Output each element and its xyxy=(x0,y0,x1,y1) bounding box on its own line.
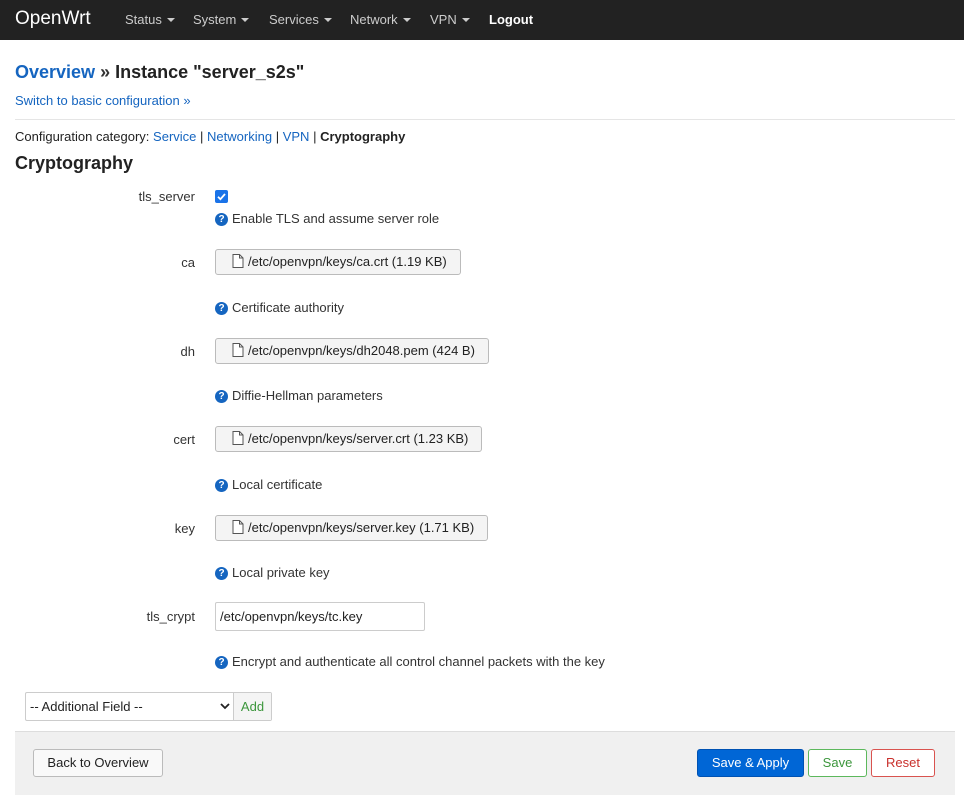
category-divider: | xyxy=(200,129,204,144)
dh-file-button[interactable]: /etc/openvpn/keys/dh2048.pem (424 B) xyxy=(215,338,489,364)
additional-field-select-value: -- Additional Field -- xyxy=(30,699,143,714)
ca-file-button[interactable]: /etc/openvpn/keys/ca.crt (1.19 KB) xyxy=(215,249,461,275)
cert-help-text: Local certificate xyxy=(232,477,323,492)
nav-menu-vpn[interactable]: VPN xyxy=(430,0,470,40)
nav-menu-system-label: System xyxy=(193,12,237,27)
logout-link[interactable]: Logout xyxy=(489,0,533,40)
ca-help-text: Certificate authority xyxy=(232,300,344,315)
section-title: Cryptography xyxy=(15,153,134,173)
overview-link[interactable]: Overview xyxy=(15,62,95,82)
page-title: Overview » Instance "server_s2s" xyxy=(15,62,304,83)
switch-basic-config-link[interactable]: Switch to basic configuration » xyxy=(15,93,191,108)
dh-help-text: Diffie-Hellman parameters xyxy=(232,388,383,403)
tls-crypt-help-text: Encrypt and authenticate all control cha… xyxy=(232,654,605,669)
chevron-down-icon xyxy=(220,703,230,710)
cert-label: cert xyxy=(173,432,195,447)
tls-crypt-input[interactable] xyxy=(215,602,425,631)
nav-menu-status[interactable]: Status xyxy=(125,0,175,40)
file-icon xyxy=(232,429,244,453)
add-field-button[interactable]: Add xyxy=(234,693,271,720)
save-button[interactable]: Save xyxy=(808,749,867,777)
file-icon xyxy=(232,341,244,365)
dh-file-value: /etc/openvpn/keys/dh2048.pem (424 B) xyxy=(248,343,475,358)
help-icon: ? xyxy=(215,656,228,669)
help-icon: ? xyxy=(215,213,228,226)
ca-help: ? Certificate authority xyxy=(215,300,344,315)
category-divider: | xyxy=(313,129,317,144)
cert-file-button[interactable]: /etc/openvpn/keys/server.crt (1.23 KB) xyxy=(215,426,483,453)
file-icon xyxy=(232,518,244,542)
key-file-button[interactable]: /etc/openvpn/keys/server.key (1.71 KB) xyxy=(215,515,489,542)
config-category-breadcrumb: Configuration category: Service | Networ… xyxy=(15,129,405,144)
category-divider: | xyxy=(275,129,280,144)
reset-button[interactable]: Reset xyxy=(871,749,935,777)
key-help-text: Local private key xyxy=(232,565,330,580)
top-navbar: OpenWrt Status System Services Network V… xyxy=(0,0,964,40)
dh-label: dh xyxy=(180,344,195,359)
nav-menu-network-label: Network xyxy=(350,12,398,27)
dh-help: ? Diffie-Hellman parameters xyxy=(215,388,383,403)
category-vpn-link[interactable]: VPN xyxy=(283,129,310,144)
ca-file-value: /etc/openvpn/keys/ca.crt (1.19 KB) xyxy=(248,254,447,269)
caret-down-icon xyxy=(241,17,250,22)
nav-menu-system[interactable]: System xyxy=(193,0,250,40)
key-label: key xyxy=(174,521,195,536)
additional-field-group: -- Additional Field -- Add xyxy=(25,692,272,721)
brand-logo[interactable]: OpenWrt xyxy=(15,0,91,38)
help-icon: ? xyxy=(215,302,228,315)
ca-label: ca xyxy=(181,255,195,270)
nav-menu-status-label: Status xyxy=(125,12,162,27)
additional-field-select[interactable]: -- Additional Field -- xyxy=(26,693,234,720)
save-apply-button[interactable]: Save & Apply xyxy=(697,749,804,777)
help-icon: ? xyxy=(215,390,228,403)
nav-menu-vpn-label: VPN xyxy=(430,12,457,27)
tls-crypt-label: tls_crypt xyxy=(146,609,195,624)
key-help: ? Local private key xyxy=(215,565,330,580)
tls-server-checkbox[interactable] xyxy=(215,190,228,203)
caret-down-icon xyxy=(166,17,175,22)
caret-down-icon xyxy=(461,17,470,22)
checkmark-icon xyxy=(217,193,226,201)
nav-menu-services[interactable]: Services xyxy=(269,0,332,40)
nav-menu-services-label: Services xyxy=(269,12,319,27)
caret-down-icon xyxy=(402,17,411,22)
caret-down-icon xyxy=(323,17,332,22)
back-to-overview-button[interactable]: Back to Overview xyxy=(33,749,163,777)
tls-server-help: ? Enable TLS and assume server role xyxy=(215,211,439,226)
title-separator: » xyxy=(100,62,111,82)
help-icon: ? xyxy=(215,567,228,580)
instance-title: Instance "server_s2s" xyxy=(115,62,305,82)
tls-crypt-help: ? Encrypt and authenticate all control ch… xyxy=(215,654,605,669)
category-prefix: Configuration category: xyxy=(15,129,150,144)
tls-server-label: tls_server xyxy=(138,189,195,204)
divider xyxy=(15,119,955,120)
category-networking-link[interactable]: Networking xyxy=(207,129,272,144)
action-footer: Back to Overview Save & Apply Save Reset xyxy=(15,731,955,795)
category-current: Cryptography xyxy=(320,129,406,144)
tls-server-help-text: Enable TLS and assume server role xyxy=(232,211,440,226)
key-file-value: /etc/openvpn/keys/server.key (1.71 KB) xyxy=(248,520,475,535)
file-icon xyxy=(232,252,244,276)
cert-help: ? Local certificate xyxy=(215,477,322,492)
help-icon: ? xyxy=(215,479,228,492)
cert-file-value: /etc/openvpn/keys/server.crt (1.23 KB) xyxy=(248,431,469,446)
category-service-link[interactable]: Service xyxy=(153,129,196,144)
nav-menu-network[interactable]: Network xyxy=(350,0,411,40)
